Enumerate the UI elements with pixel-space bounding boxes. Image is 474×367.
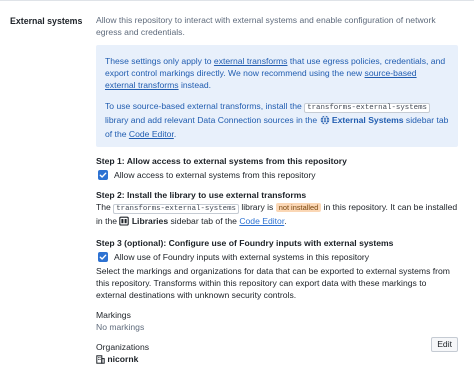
checkmark-icon [99,172,107,178]
code-editor-link[interactable]: Code Editor [129,129,174,139]
libraries-tab-label: Libraries [131,216,169,226]
organization-name: nicornk [107,354,139,364]
organization-item: nicornk [96,353,458,367]
edit-button[interactable]: Edit [431,337,458,352]
allow-foundry-inputs-label: Allow use of Foundry inputs with externa… [114,252,370,262]
library-name-code-step2: transforms-external-systems [113,204,239,214]
step3-description: Select the markings and organizations fo… [96,266,450,300]
allow-external-access-label: Allow access to external systems from th… [114,170,316,180]
callout-paragraph-1: These settings only apply to external tr… [105,56,446,90]
step2-title: Step 2: Install the library to use exter… [96,190,307,200]
info-callout: These settings only apply to external tr… [96,45,458,147]
markings-value: No markings [96,322,145,332]
section-title: External systems [10,16,83,26]
status-badge: not installed [275,203,322,212]
section-description: Allow this repository to interact with e… [96,15,436,37]
globe-icon [320,115,330,128]
allow-external-access-checkbox-row[interactable]: Allow access to external systems from th… [98,169,458,181]
external-systems-tab-label: External Systems [331,115,404,125]
allow-foundry-inputs-checkbox[interactable] [98,252,108,262]
external-transforms-link[interactable]: external transforms [214,56,288,66]
step1-title: Step 1: Allow access to external systems… [96,156,347,166]
top-divider [0,0,474,1]
allow-foundry-inputs-checkbox-row[interactable]: Allow use of Foundry inputs with externa… [98,251,458,263]
step2-description: The transforms-external-systems library … [96,201,458,229]
allow-external-access-checkbox[interactable] [98,170,108,180]
markings-label: Markings [96,310,131,320]
organizations-label: Organizations [96,342,150,352]
step3-title: Step 3 (optional): Configure use of Foun… [96,238,394,248]
library-icon [119,216,130,229]
settings-content: Allow this repository to interact with e… [96,14,458,367]
callout-paragraph-2: To use source-based external transforms,… [105,101,449,139]
library-name-code: transforms-external-systems [304,103,430,113]
organization-icon [96,355,105,367]
code-editor-link-step2[interactable]: Code Editor [239,216,284,226]
checkmark-icon [99,254,107,260]
